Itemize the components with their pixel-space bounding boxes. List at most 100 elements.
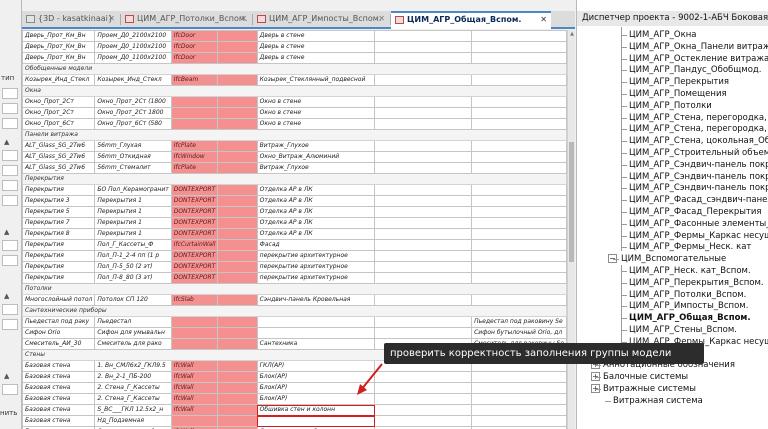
schedule-cell[interactable]: Пол_П-1_2-4 пп (1 р <box>94 250 172 262</box>
schedule-cell[interactable]: Проем_Д0_2100x2100 <box>94 30 172 42</box>
schedule-cell[interactable] <box>374 404 473 416</box>
browser-item[interactable]: ЦИМ_АГР_Помещения <box>629 88 727 100</box>
side-field[interactable] <box>2 180 18 191</box>
schedule-cell[interactable]: Базовая стена <box>22 404 96 416</box>
schedule-cell[interactable]: Базовая стена <box>22 360 96 372</box>
schedule-cell[interactable]: Перекрытия <box>22 250 96 262</box>
schedule-cell[interactable]: Дверь в стене <box>256 52 376 64</box>
schedule-row[interactable]: Перекрытия 8 Перекрытия 1 DONTEXPORT Отделк… <box>22 228 567 240</box>
side-field[interactable] <box>2 118 18 129</box>
schedule-cell[interactable] <box>170 415 219 427</box>
schedule-row[interactable]: ALT_Glass_SG_2Tw6 56mm_Глухая IfcPlate Витр… <box>22 140 567 152</box>
schedule-row[interactable]: Базовая стена 2. Стена_Г_Кассеты IfcWall Бл… <box>22 382 567 394</box>
schedule-cell[interactable] <box>471 162 567 174</box>
schedule-cell[interactable]: Нд_Подземная <box>94 415 172 427</box>
schedule-cell[interactable]: Пол_П-5_50 (2 эт) <box>94 261 172 273</box>
schedule-cell[interactable]: Окно_Прот_2Ст <box>22 107 96 119</box>
schedule-cell[interactable]: Перекрытия 1 <box>94 217 172 229</box>
schedule-cell[interactable]: Перекрытия <box>22 261 96 273</box>
schedule-cell[interactable] <box>471 228 567 240</box>
schedule-cell[interactable] <box>374 52 473 64</box>
schedule-cell[interactable]: Дверь_Прот_Км_Вн <box>22 41 96 53</box>
tab-imposts-aux[interactable]: ЦИМ_АГР_Импосты_Вспом. ✕ <box>253 11 389 28</box>
schedule-cell[interactable]: Многослойный потол <box>22 294 96 306</box>
browser-item[interactable]: ЦИМ_АГР_Стена, перегородка, сэнд <box>629 123 768 135</box>
schedule-cell[interactable] <box>471 96 567 108</box>
schedule-cell[interactable]: 2. Вн_2-1_ПБ-200 <box>94 371 172 383</box>
schedule-cell[interactable]: Дверь в стене <box>256 30 376 42</box>
schedule-cell[interactable]: DONTEXPORT <box>170 228 219 240</box>
schedule-cell[interactable] <box>217 162 258 174</box>
schedule-cell[interactable]: Окно в стене <box>256 96 376 108</box>
schedule-cell[interactable]: Перекрытия 3 <box>22 195 96 207</box>
browser-item[interactable]: ЦИМ_АГР_Строительный объем_Фо <box>629 147 768 159</box>
schedule-cell[interactable] <box>217 261 258 273</box>
schedule-row[interactable]: Перекрытия БО Пол_Керамогранит DONTEXPORT О… <box>22 184 567 196</box>
schedule-cell[interactable]: 56mm_Откидная <box>94 151 172 163</box>
schedule-row[interactable]: Многослойный потол Потолок СП 120 IfcSlab С… <box>22 294 567 306</box>
browser-category[interactable]: Балочные системы <box>603 371 688 383</box>
close-icon[interactable]: ✕ <box>540 13 547 27</box>
schedule-group-header[interactable]: Обобщенные модели <box>22 63 567 75</box>
schedule-cell[interactable]: DONTEXPORT <box>170 272 219 284</box>
scroll-thumb[interactable] <box>569 142 574 262</box>
schedule-cell[interactable]: Окно_Витраж_Алюминий <box>256 151 376 163</box>
browser-item[interactable]: ЦИМ_АГР_Окна_Панели витража_Г <box>629 41 768 53</box>
schedule-cell[interactable] <box>471 52 567 64</box>
schedule-cell[interactable] <box>374 217 473 229</box>
schedule-cell[interactable]: IfcDoor <box>170 52 219 64</box>
schedule-cell[interactable]: Базовая стена <box>22 382 96 394</box>
schedule-cell[interactable] <box>471 404 567 416</box>
close-icon[interactable]: ✕ <box>378 11 385 27</box>
tab-general-aux[interactable]: ЦИМ_АГР_Общая_Вспом. ✕ <box>391 11 551 29</box>
schedule-cell[interactable]: Витраж_Глухое <box>256 162 376 174</box>
schedule-cell[interactable] <box>170 338 219 350</box>
schedule-cell[interactable]: Базовая стена <box>22 371 96 383</box>
side-field[interactable] <box>2 255 18 266</box>
schedule-cell[interactable] <box>471 206 567 218</box>
schedule-row[interactable]: Перекрытия Пол_Г_Кассеты_Ф IfcCurtainWall Ф… <box>22 239 567 251</box>
browser-item[interactable]: ЦИМ_АГР_Фасад_сэндвич-панель <box>629 194 768 206</box>
schedule-cell[interactable] <box>374 327 473 339</box>
schedule-cell[interactable]: Сифон Orio <box>22 327 96 339</box>
schedule-cell[interactable]: Окно в стене <box>256 118 376 130</box>
schedule-cell[interactable]: Перекрытия <box>22 272 96 284</box>
schedule-cell[interactable]: 2. Стена_Г_Кассеты <box>94 382 172 394</box>
schedule-cell[interactable] <box>217 195 258 207</box>
schedule-row[interactable]: Дверь_Прот_Км_Вн Проем_Д0_1100x2100 IfcDoo… <box>22 52 567 64</box>
schedule-cell[interactable] <box>374 261 473 273</box>
schedule-cell[interactable]: Перекрытия <box>22 239 96 251</box>
schedule-row[interactable]: Дверь_Прот_Км_Вн Проем_Д0_1100x2100 IfcDoo… <box>22 41 567 53</box>
browser-item[interactable]: ЦИМ_АГР_Стена, цокольная_Обоб <box>629 135 768 147</box>
schedule-cell[interactable]: перекрытие архитектурное <box>256 250 376 262</box>
schedule-cell[interactable] <box>217 360 258 372</box>
schedule-group-header[interactable]: Сантехнические приборы <box>22 305 567 317</box>
schedule-cell[interactable] <box>374 74 473 86</box>
schedule-cell[interactable]: IfcWall <box>170 393 219 405</box>
schedule-cell[interactable]: DONTEXPORT <box>170 250 219 262</box>
schedule-cell[interactable]: Проем_Д0_1100x2100 <box>94 41 172 53</box>
browser-item[interactable]: ЦИМ_АГР_Фасад_Перекрытия <box>629 206 762 218</box>
schedule-cell[interactable]: ALT_Glass_SG_2Tw6 <box>22 140 96 152</box>
scroll-up-icon[interactable]: ▲ <box>568 31 576 37</box>
schedule-cell[interactable]: Пьедестал под раковину Se <box>471 316 567 328</box>
schedule-cell[interactable]: Пол_П-8_80 (3 эт) <box>94 272 172 284</box>
schedule-cell[interactable] <box>217 371 258 383</box>
side-field[interactable] <box>2 103 18 114</box>
schedule-cell[interactable] <box>471 184 567 196</box>
schedule-cell[interactable] <box>217 393 258 405</box>
schedule-cell[interactable]: БО Пол_Керамогранит <box>94 184 172 196</box>
browser-item[interactable]: ЦИМ_АГР_Фермы_Неск. кат <box>629 241 751 253</box>
schedule-cell[interactable] <box>374 294 473 306</box>
schedule-cell[interactable]: Проем_Д0_1100x2100 <box>94 52 172 64</box>
schedule-cell[interactable]: Козырек_Стеклянный_подвесной <box>256 74 376 86</box>
schedule-cell[interactable] <box>471 41 567 53</box>
browser-item[interactable]: ЦИМ_АГР_Стены_Вспом. <box>629 324 737 336</box>
schedule-cell[interactable]: 2. Стена_Г_Кассеты <box>94 393 172 405</box>
close-icon[interactable]: ✕ <box>108 11 115 27</box>
schedule-cell[interactable] <box>217 74 258 86</box>
side-field[interactable] <box>2 88 18 99</box>
schedule-cell[interactable] <box>471 217 567 229</box>
schedule-row[interactable]: Перекрытия Пол_П-1_2-4 пп (1 р DONTEXPORT п… <box>22 250 567 262</box>
schedule-cell[interactable] <box>374 228 473 240</box>
